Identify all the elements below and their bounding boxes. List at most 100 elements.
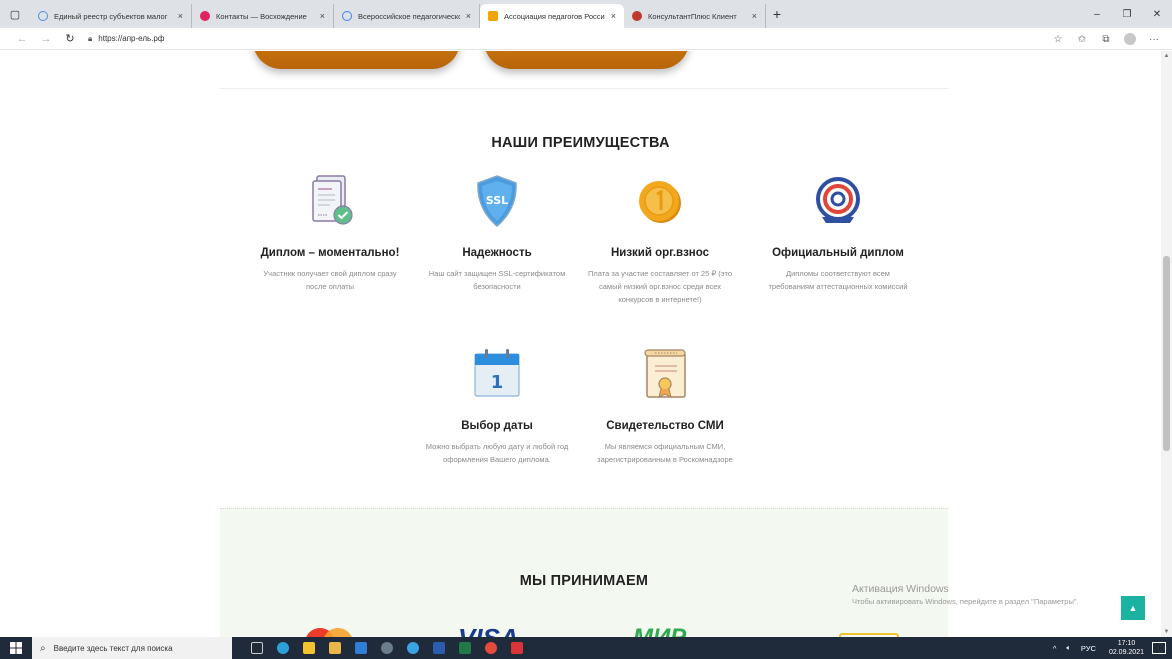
favicon-icon xyxy=(38,11,48,21)
word-app-icon[interactable] xyxy=(426,637,452,659)
tab-close-icon[interactable]: × xyxy=(320,11,325,21)
taskbar-search-placeholder: Введите здесь текст для поиска xyxy=(53,643,173,653)
close-window-button[interactable]: ✕ xyxy=(1142,0,1172,28)
feature-title: Официальный диплом xyxy=(772,247,904,259)
chrome-app-icon[interactable] xyxy=(478,637,504,659)
scrollbar-thumb[interactable] xyxy=(1163,256,1170,451)
browser-tab[interactable]: Всероссийское педагогическое × xyxy=(334,4,480,28)
feature-description: Наш сайт защищен SSL-сертификатом безопа… xyxy=(428,269,566,291)
tab-close-icon[interactable]: × xyxy=(611,11,616,21)
favorites-icon[interactable]: ✩ xyxy=(1070,34,1094,45)
browser-tab-strip: ▢ Единый реестр субъектов малог × Контак… xyxy=(0,0,1172,28)
store-app-icon[interactable] xyxy=(322,637,348,659)
feature-description: Можно выбрать любую дату и любой год офо… xyxy=(425,442,569,464)
profile-avatar[interactable] xyxy=(1124,33,1136,45)
minimize-button[interactable]: – xyxy=(1082,0,1112,28)
browser-tab-active[interactable]: Ассоциация педагогов России × xyxy=(480,4,624,28)
new-tab-button[interactable]: + xyxy=(766,6,788,22)
feature-title: Низкий орг.взнос xyxy=(610,247,710,259)
payment-logos: VISA МИР xyxy=(220,625,948,637)
edge-app-icon[interactable] xyxy=(270,637,296,659)
language-indicator[interactable]: РУС xyxy=(1081,644,1096,653)
clock-time: 17:10 xyxy=(1117,640,1136,647)
mir-logo-icon: МИР xyxy=(633,625,686,638)
clock-date: 02.09.2021 xyxy=(1108,649,1144,656)
browser-tab[interactable]: Контакты — Восхождение × xyxy=(192,4,334,28)
feature-official-diploma: Официальный диплом Дипломы соответствуют… xyxy=(763,171,913,293)
visa-logo-icon: VISA xyxy=(458,625,519,637)
tab-close-icon[interactable]: × xyxy=(752,11,757,21)
feature-title: Надежность xyxy=(462,247,532,259)
collections-icon[interactable]: ⧉ xyxy=(1094,34,1118,45)
scroll-up-arrow-icon[interactable]: ▲ xyxy=(1161,53,1172,59)
windows-taskbar: ⌕ Введите здесь текст для поиска ^ 🔈︎ РУ… xyxy=(0,637,1172,659)
app-icon[interactable] xyxy=(504,637,530,659)
advantages-title: НАШИ ПРЕИМУЩЕСТВА xyxy=(491,135,670,151)
coin-icon xyxy=(639,181,681,223)
windows-logo-icon xyxy=(10,642,22,654)
tab-close-icon[interactable]: × xyxy=(178,11,183,21)
task-view-icon[interactable] xyxy=(244,637,270,659)
feature-media-certificate: Свидетельство СМИ Мы являемся официальны… xyxy=(590,344,740,466)
forward-arrow-icon[interactable]: → xyxy=(34,33,58,45)
telegram-app-icon[interactable] xyxy=(400,637,426,659)
window-controls: – ❐ ✕ xyxy=(1082,0,1172,28)
page-scrollbar[interactable]: ▲ ▼ xyxy=(1161,51,1172,637)
feature-description: Дипломы соответствуют всем требованиям а… xyxy=(768,269,908,291)
taskbar-clock[interactable]: 17:10 02.09.2021 xyxy=(1109,639,1144,657)
feature-date-choice: 1 Выбор даты Можно выбрать любую дату и … xyxy=(422,344,572,466)
page-viewport: НАШИ ПРЕИМУЩЕСТВА Диплом – моментально! … xyxy=(0,51,1161,637)
notifications-icon[interactable] xyxy=(1152,642,1166,654)
excel-app-icon[interactable] xyxy=(452,637,478,659)
ssl-shield-icon: SSL xyxy=(477,175,517,227)
official-seal-icon xyxy=(816,177,860,223)
refresh-icon[interactable]: ↻ xyxy=(58,32,82,45)
feature-description: Мы являемся официальным СМИ, зарегистрир… xyxy=(597,442,733,464)
feature-low-fee: Низкий орг.взнос Плата за участие состав… xyxy=(585,171,735,306)
restore-button[interactable]: ❐ xyxy=(1112,0,1142,28)
address-bar: ← → ↻ 🔒︎ https://апр-ель.рф ☆ ✩ ⧉ ··· xyxy=(0,28,1172,50)
url-text: https://апр-ель.рф xyxy=(98,34,165,43)
browser-tab[interactable]: КонсультантПлюс Клиент × xyxy=(624,4,766,28)
feature-diploma: Диплом – моментально! Участник получает … xyxy=(255,171,405,293)
tab-title: Всероссийское педагогическое xyxy=(358,11,460,21)
mail-app-icon[interactable] xyxy=(348,637,374,659)
favicon-icon xyxy=(200,11,210,21)
calendar-day-label: 1 xyxy=(491,372,504,393)
feature-title: Свидетельство СМИ xyxy=(606,420,724,432)
accept-title: МЫ ПРИНИМАЕМ xyxy=(519,573,649,589)
feature-description: Участник получает свой диплом сразу посл… xyxy=(263,269,397,291)
ssl-label: SSL xyxy=(486,194,508,207)
activation-subtitle: Чтобы активировать Windows, перейдите в … xyxy=(852,597,1079,606)
more-menu-icon[interactable]: ··· xyxy=(1142,34,1166,45)
read-aloud-icon[interactable]: ☆ xyxy=(1046,34,1070,45)
tab-close-icon[interactable]: × xyxy=(466,11,471,21)
certificate-icon xyxy=(644,349,686,398)
back-arrow-icon[interactable]: ← xyxy=(10,33,34,45)
top-card-right xyxy=(484,51,689,69)
feature-title: Выбор даты xyxy=(461,420,533,432)
tab-title: КонсультантПлюс Клиент xyxy=(648,11,737,21)
volume-icon[interactable]: 🔈︎ xyxy=(1066,643,1071,653)
favicon-icon xyxy=(632,11,642,21)
url-field[interactable]: 🔒︎ https://апр-ель.рф xyxy=(88,34,164,44)
section-divider xyxy=(220,88,948,89)
taskbar-search[interactable]: ⌕ Введите здесь текст для поиска xyxy=(32,637,232,659)
app-icon[interactable] xyxy=(374,637,400,659)
scroll-to-top-button[interactable]: ▲ xyxy=(1121,596,1145,620)
favicon-icon xyxy=(342,11,352,21)
scroll-down-arrow-icon[interactable]: ▼ xyxy=(1161,629,1172,635)
diploma-check-icon xyxy=(312,175,353,225)
browser-tab[interactable]: Единый реестр субъектов малог × xyxy=(30,4,192,28)
tray-chevron-icon[interactable]: ^ xyxy=(1053,644,1057,653)
start-button[interactable] xyxy=(0,637,32,659)
file-explorer-icon[interactable] xyxy=(296,637,322,659)
search-icon: ⌕ xyxy=(40,642,46,654)
feature-reliability: SSL Надежность Наш сайт защищен SSL-серт… xyxy=(422,171,572,293)
tab-title: Контакты — Восхождение xyxy=(216,11,307,21)
activation-title: Активация Windows xyxy=(852,583,949,595)
browser-toolbar-right: ☆ ✩ ⧉ ··· xyxy=(1046,28,1166,50)
tab-actions-icon[interactable]: ▢ xyxy=(0,0,30,28)
lock-icon: 🔒︎ xyxy=(88,33,93,43)
top-card-left xyxy=(253,51,460,69)
